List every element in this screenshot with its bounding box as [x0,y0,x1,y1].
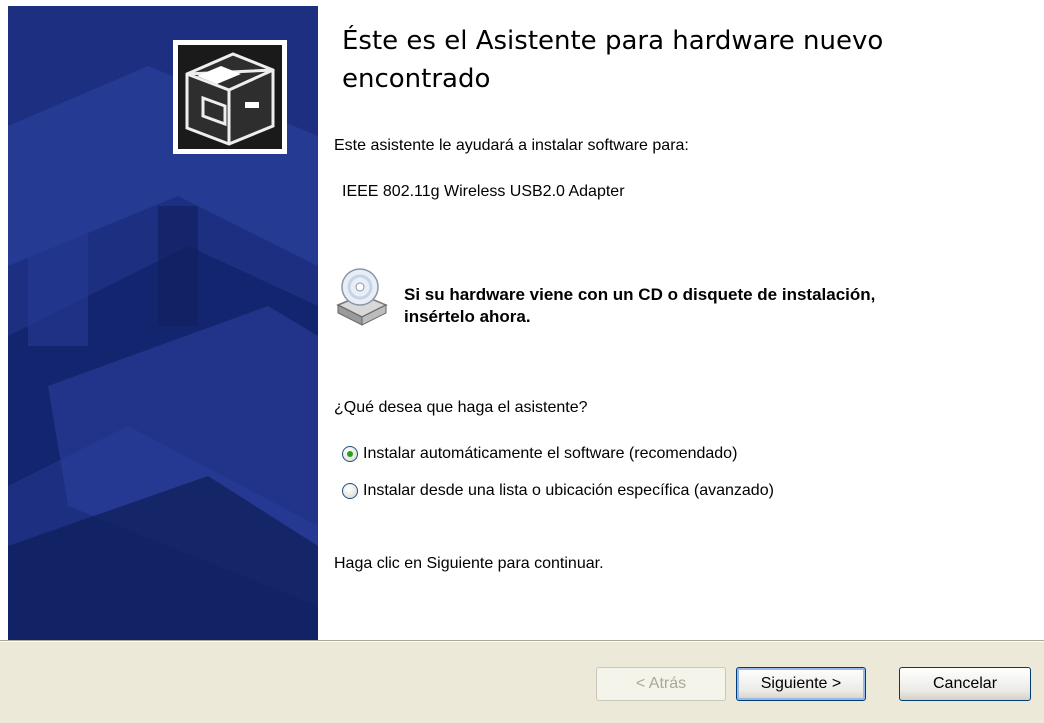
radio-install-from-list[interactable]: Instalar desde una lista o ubicación esp… [342,480,774,502]
wizard-content: Éste es el Asistente para hardware nuevo… [318,0,1044,640]
wizard-banner [8,6,318,640]
radio-button-unchecked[interactable] [342,483,358,499]
button-bar: < Atrás Siguiente > Cancelar [0,642,1044,723]
question-text: ¿Qué desea que haga el asistente? [334,399,588,416]
cd-drive-icon [334,265,390,327]
cd-notice: Si su hardware viene con un CD o disquet… [404,285,876,326]
next-button[interactable]: Siguiente > [736,667,866,701]
back-button[interactable]: < Atrás [596,667,726,701]
radio-label-from-list[interactable]: Instalar desde una lista o ubicación esp… [363,482,774,500]
radio-install-automatic[interactable]: Instalar automáticamente el software (re… [342,443,737,465]
radio-label-automatic[interactable]: Instalar automáticamente el software (re… [363,445,737,463]
continue-hint: Haga clic en Siguiente para continuar. [334,555,604,572]
device-name: IEEE 802.11g Wireless USB2.0 Adapter [342,183,625,200]
wizard-title: Éste es el Asistente para hardware nuevo… [342,26,884,94]
cancel-button[interactable]: Cancelar [899,667,1031,701]
found-new-hardware-wizard: Éste es el Asistente para hardware nuevo… [0,0,1044,723]
hardware-drawer-icon [173,40,287,154]
intro-text: Este asistente le ayudará a instalar sof… [334,137,689,154]
radio-button-checked[interactable] [342,446,358,462]
